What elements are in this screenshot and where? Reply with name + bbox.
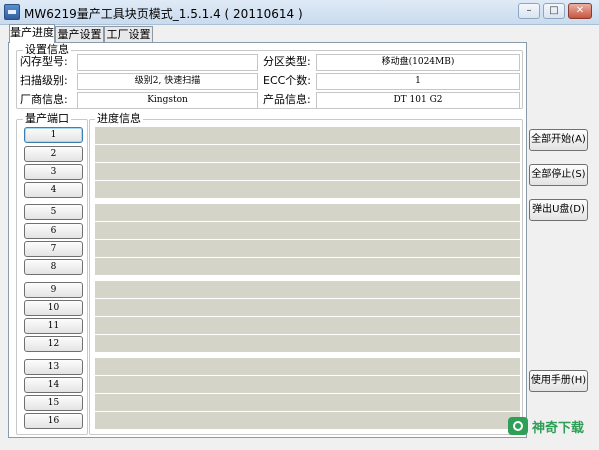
close-button[interactable]: ✕ — [568, 3, 592, 19]
port-button[interactable]: 12 — [24, 336, 83, 352]
ecc-count-field: 1 — [316, 73, 520, 90]
port-button[interactable]: 15 — [24, 395, 83, 411]
port-button[interactable]: 3 — [24, 164, 83, 180]
progress-bar — [95, 412, 520, 429]
progress-bar — [95, 299, 520, 316]
progress-bar — [95, 181, 520, 198]
progress-group-title: 进度信息 — [95, 112, 143, 125]
port-button[interactable]: 11 — [24, 318, 83, 334]
vendor-info-label: 厂商信息: — [20, 93, 68, 106]
port-button[interactable]: 9 — [24, 282, 83, 298]
progress-bar — [95, 376, 520, 393]
stop-all-button[interactable]: 全部停止(S) — [529, 164, 588, 186]
progress-bar — [95, 222, 520, 239]
progress-bar — [95, 335, 520, 352]
progress-bar — [95, 317, 520, 334]
port-button[interactable]: 13 — [24, 359, 83, 375]
partition-type-label: 分区类型: — [263, 55, 311, 68]
flash-model-field — [77, 54, 258, 71]
progress-bar — [95, 145, 520, 162]
minimize-button[interactable]: – — [518, 3, 540, 19]
start-all-button[interactable]: 全部开始(A) — [529, 129, 588, 151]
app-icon — [4, 4, 20, 20]
ports-group-title: 量产端口 — [23, 112, 71, 125]
title-bar: MW6219量产工具块页模式_1.5.1.4 ( 20110614 ) – □ … — [0, 0, 599, 25]
tab-production-settings[interactable]: 量产设置 — [55, 26, 104, 42]
port-button[interactable]: 1 — [24, 127, 83, 143]
product-info-field: DT 101 G2 — [316, 92, 520, 109]
progress-bar — [95, 127, 520, 144]
port-button[interactable]: 16 — [24, 413, 83, 429]
port-button[interactable]: 5 — [24, 204, 83, 220]
port-button[interactable]: 7 — [24, 241, 83, 257]
window-title: MW6219量产工具块页模式_1.5.1.4 ( 20110614 ) — [24, 7, 303, 21]
progress-bar — [95, 163, 520, 180]
maximize-button[interactable]: □ — [543, 3, 565, 19]
port-button[interactable]: 2 — [24, 146, 83, 162]
port-button[interactable]: 10 — [24, 300, 83, 316]
port-button[interactable]: 14 — [24, 377, 83, 393]
progress-bar — [95, 240, 520, 257]
watermark: 神奇下载 — [508, 413, 598, 439]
watermark-text: 神奇下载 — [532, 421, 585, 436]
progress-bar — [95, 394, 520, 411]
watermark-logo-icon — [508, 417, 528, 435]
scan-level-field: 级别2, 快速扫描 — [77, 73, 258, 90]
port-button[interactable]: 6 — [24, 223, 83, 239]
progress-bar — [95, 204, 520, 221]
partition-type-field: 移动盘(1024MB) — [316, 54, 520, 71]
port-button[interactable]: 4 — [24, 182, 83, 198]
scan-level-label: 扫描级别: — [20, 74, 68, 87]
tab-factory-settings[interactable]: 工厂设置 — [104, 26, 153, 42]
progress-bar — [95, 358, 520, 375]
progress-bar — [95, 258, 520, 275]
product-info-label: 产品信息: — [263, 93, 311, 106]
user-manual-button[interactable]: 使用手册(H) — [529, 370, 588, 392]
eject-usb-button[interactable]: 弹出U盘(D) — [529, 199, 588, 221]
tab-progress[interactable]: 量产进度 — [9, 24, 55, 43]
progress-bar — [95, 281, 520, 298]
vendor-info-field: Kingston — [77, 92, 258, 109]
flash-model-label: 闪存型号: — [20, 55, 68, 68]
port-button[interactable]: 8 — [24, 259, 83, 275]
ecc-count-label: ECC个数: — [263, 74, 312, 87]
